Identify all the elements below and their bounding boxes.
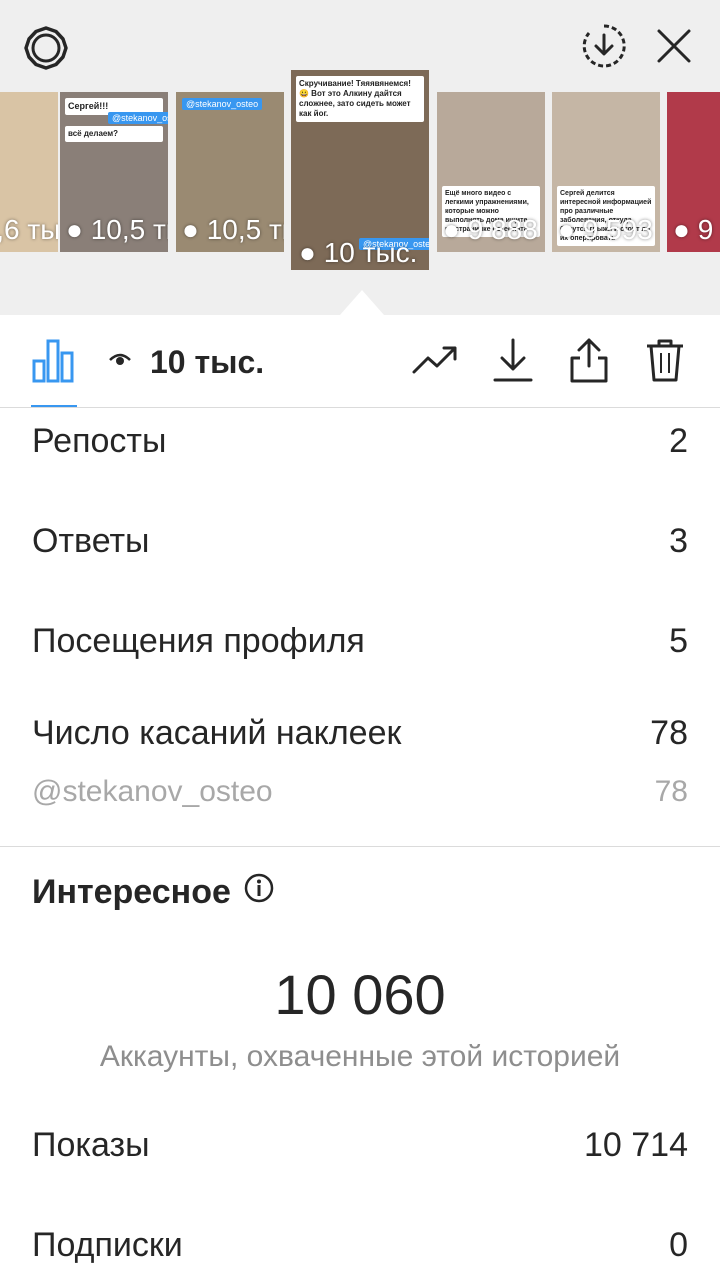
story-insights-toolbar: 10 тыс.	[0, 315, 720, 408]
insight-label: Показы	[32, 1125, 150, 1164]
views-count: 10 тыс.	[150, 343, 265, 380]
insight-value: 5	[669, 621, 688, 660]
active-tab-underline	[31, 405, 77, 407]
insight-value: 0	[669, 1225, 688, 1264]
close-icon[interactable]	[652, 24, 696, 68]
trend-icon[interactable]	[410, 335, 460, 385]
story-thumbnail[interactable]: @stekanov_osteo ● 10,5 тыс.	[176, 92, 284, 252]
info-icon[interactable]	[243, 872, 275, 913]
sticker-mention-row[interactable]: @stekanov_osteo 78	[32, 770, 688, 814]
insight-row-impressions: Показы 10 714	[32, 1122, 688, 1168]
story-thumbnail[interactable]: ● 9 ...	[667, 92, 720, 252]
story-caption: Скручивание! Тяяявянемся! 😀 Вот это Алки…	[296, 76, 424, 122]
story-thumbnail[interactable]: Сергей делится интересной информацией пр…	[552, 92, 660, 252]
insight-label: Подписки	[32, 1225, 183, 1264]
insight-label: Посещения профиля	[32, 621, 365, 660]
insight-value: 2	[669, 421, 688, 460]
share-icon[interactable]	[564, 335, 614, 385]
insight-label: Репосты	[32, 421, 167, 460]
sticker-mention-value: 78	[654, 775, 688, 808]
insight-label: Ответы	[32, 521, 150, 560]
views-summary: 10 тыс.	[108, 337, 264, 387]
story-views: ● 10 тыс.	[299, 237, 418, 268]
discovery-section-title: Интересное	[32, 872, 275, 913]
insight-row-reposts: Репосты 2	[32, 418, 688, 464]
story-views: ● 9 888	[443, 214, 538, 245]
story-thumbnail[interactable]: Сергей!!! @stekanov_osteo всё делаем? ● …	[60, 92, 168, 252]
insight-value: 78	[650, 713, 688, 752]
insight-value: 3	[669, 521, 688, 560]
download-circle-icon[interactable]	[580, 22, 628, 70]
trash-icon[interactable]	[640, 335, 690, 385]
reach-caption: Аккаунты, охваченные этой историей	[99, 1040, 621, 1073]
story-thumbnail[interactable]: ● 9,6 тыс.	[0, 92, 58, 252]
story-mention-tag: @stekanov_osteo	[108, 112, 168, 124]
story-thumbnail[interactable]: Ещё много видео с легкими упражнениями, …	[437, 92, 545, 252]
story-views: ● 9,6 тыс.	[0, 214, 58, 245]
story-views: ● 10,5 тыс.	[182, 214, 284, 245]
reach-count: 10 060	[274, 963, 446, 1026]
stories-header: ● 9,6 тыс. Сергей!!! @stekanov_osteo всё…	[0, 0, 720, 315]
insight-value: 10 714	[584, 1125, 688, 1164]
section-divider	[0, 846, 720, 847]
discovery-title-text: Интересное	[32, 873, 231, 911]
story-thumbnail-selected[interactable]: Скручивание! Тяяявянемся! 😀 Вот это Алки…	[291, 70, 429, 270]
selected-story-pointer	[340, 290, 384, 315]
insight-row-sticker-taps: Число касаний наклеек 78	[32, 710, 688, 756]
insight-label: Число касаний наклеек	[32, 713, 402, 752]
insight-row-profile-visits: Посещения профиля 5	[32, 618, 688, 664]
gear-icon[interactable]	[22, 24, 70, 72]
story-views: ● 9 593	[558, 214, 653, 245]
insight-row-follows: Подписки 0	[32, 1222, 688, 1268]
eye-icon	[108, 348, 132, 377]
download-icon[interactable]	[488, 335, 538, 385]
story-caption: всё делаем?	[65, 126, 163, 142]
story-thumbnail-strip[interactable]: ● 9,6 тыс. Сергей!!! @stekanov_osteo всё…	[0, 70, 720, 270]
story-views: ● 10,5 тыс.	[66, 214, 168, 245]
story-views: ● 9 ...	[673, 214, 720, 245]
sticker-mention-label: @stekanov_osteo	[32, 775, 273, 808]
story-mention-tag: @stekanov_osteo	[182, 98, 263, 110]
bar-chart-icon[interactable]	[28, 335, 78, 385]
insight-row-replies: Ответы 3	[32, 518, 688, 564]
